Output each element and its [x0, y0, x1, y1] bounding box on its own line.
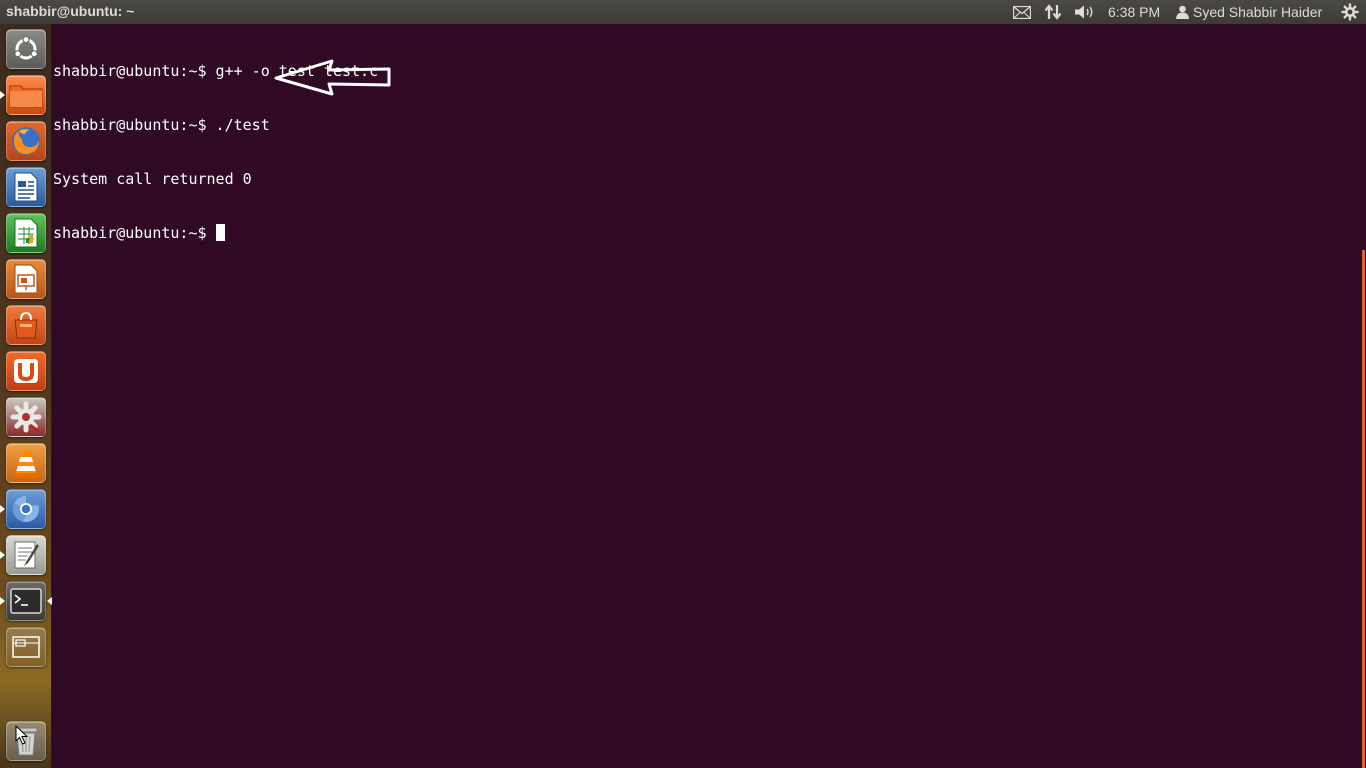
- top-panel: shabbir@ubuntu: ~ 6:38 PM Syed Shabbir H…: [0, 0, 1366, 24]
- launcher-ubuntu-one[interactable]: [6, 351, 46, 391]
- settings-gear-icon: [10, 401, 42, 433]
- left-arrow-annotation-icon: [274, 59, 391, 96]
- terminal-line: System call returned 0: [53, 170, 252, 188]
- clock[interactable]: 6:38 PM: [1108, 0, 1160, 24]
- vlc-cone-icon: [13, 451, 39, 477]
- volume-icon[interactable]: [1073, 0, 1097, 24]
- mouse-pointer-icon: [15, 725, 29, 745]
- launcher-terminal[interactable]: [6, 581, 46, 621]
- terminal-window[interactable]: shabbir@ubuntu:~$ g++ -o test test.c sha…: [52, 24, 1366, 768]
- terminal-icon: [10, 588, 42, 614]
- launcher-vlc[interactable]: [6, 443, 46, 483]
- impress-icon: [14, 264, 38, 294]
- user-name: Syed Shabbir Haider: [1193, 4, 1323, 20]
- launcher-dash-home[interactable]: [6, 29, 46, 69]
- launcher-libreoffice-impress[interactable]: [6, 259, 46, 299]
- shopping-bag-icon: [14, 311, 38, 339]
- ubuntu-logo-icon: [14, 35, 38, 60]
- ubuntu-one-icon: [14, 359, 38, 383]
- launcher-firefox[interactable]: [6, 121, 46, 161]
- text-cursor: [215, 224, 225, 241]
- mail-icon[interactable]: [1012, 0, 1032, 24]
- chromium-icon: [12, 495, 39, 522]
- text-editor-icon: [14, 541, 39, 569]
- launcher-workspace-switcher[interactable]: [6, 627, 46, 667]
- launcher-system-settings[interactable]: [6, 397, 46, 437]
- launcher-software-center[interactable]: [6, 305, 46, 345]
- running-indicator: [0, 551, 5, 559]
- calc-icon: [14, 218, 38, 248]
- folder-icon: [9, 85, 43, 108]
- firefox-icon: [12, 127, 40, 155]
- launcher-libreoffice-calc[interactable]: [6, 213, 46, 253]
- launcher-chromium[interactable]: [6, 489, 46, 529]
- launcher-libreoffice-writer[interactable]: [6, 167, 46, 207]
- network-icon[interactable]: [1043, 0, 1063, 24]
- user-menu[interactable]: Syed Shabbir Haider: [1176, 0, 1322, 24]
- launcher-text-editor[interactable]: [6, 535, 46, 575]
- gear-icon[interactable]: [1339, 0, 1361, 24]
- terminal-line: shabbir@ubuntu:~$ ./test: [53, 116, 270, 134]
- launcher-files[interactable]: [6, 75, 46, 115]
- running-indicator: [0, 597, 5, 605]
- scrollbar-accent[interactable]: [1362, 250, 1365, 768]
- workspace-icon: [12, 636, 40, 658]
- window-title: shabbir@ubuntu: ~: [6, 3, 135, 19]
- running-indicator: [0, 91, 5, 99]
- terminal-prompt: shabbir@ubuntu:~$: [53, 224, 216, 242]
- user-icon: [1176, 5, 1189, 19]
- launcher: [0, 24, 52, 768]
- terminal-prompt-line: shabbir@ubuntu:~$: [53, 224, 378, 242]
- writer-icon: [14, 172, 38, 202]
- running-indicator: [0, 505, 5, 513]
